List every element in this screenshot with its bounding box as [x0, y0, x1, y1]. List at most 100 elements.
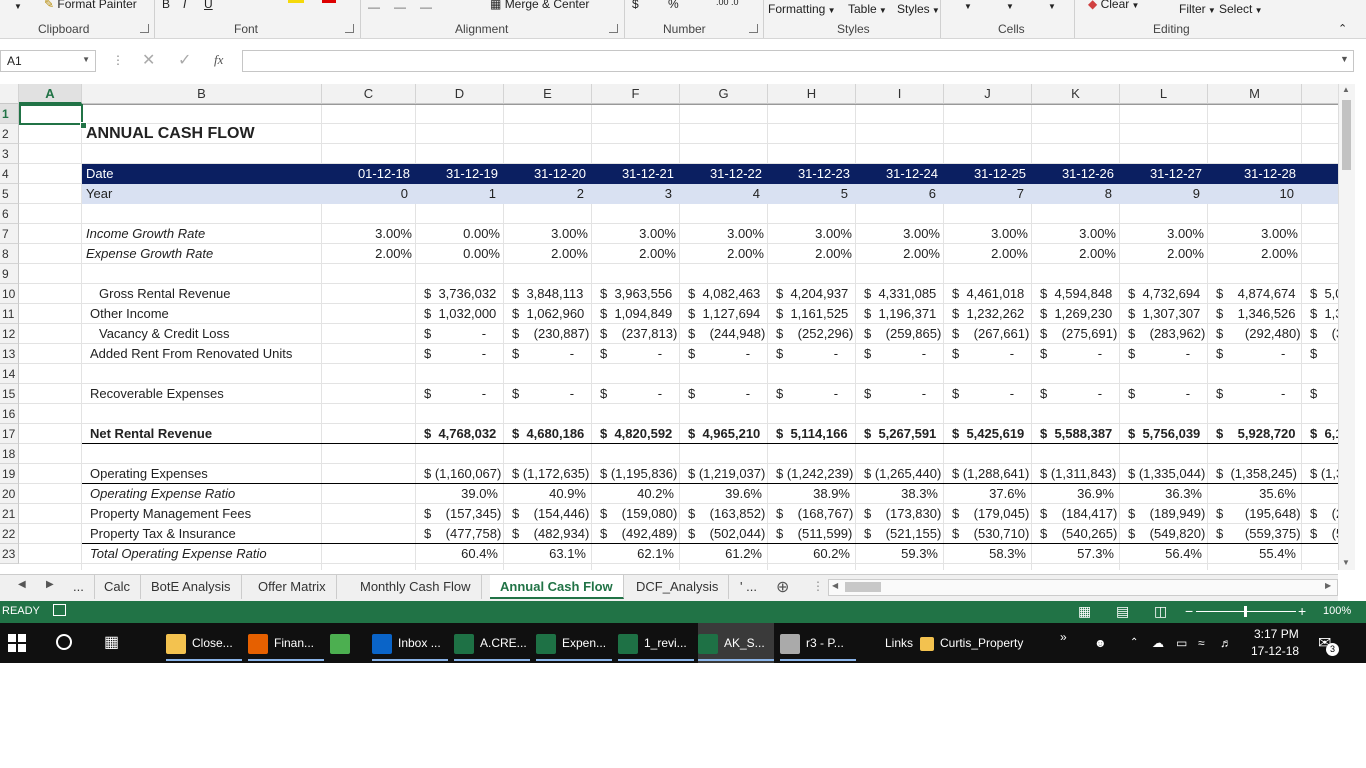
h-scroll-thumb[interactable] [845, 582, 881, 592]
column-header-g[interactable]: G [680, 84, 768, 104]
cell-styles-button[interactable]: Styles ▼ [897, 2, 940, 16]
tab-monthly-cash-flow[interactable]: Monthly Cash Flow [350, 575, 482, 599]
row-header-8[interactable]: 8 [0, 244, 19, 264]
find-select-button[interactable]: Select ▼ [1219, 2, 1263, 16]
scroll-up-icon[interactable]: ▲ [1342, 85, 1350, 94]
underline-button[interactable]: U [204, 0, 213, 11]
paste-dropdown-icon[interactable]: ▼ [14, 2, 22, 11]
align-left-icon[interactable]: — [368, 0, 380, 14]
show-hidden-icons[interactable]: ⌃ [1130, 623, 1138, 663]
next-sheet-icon[interactable]: ▶ [46, 579, 54, 590]
selected-cell-a1[interactable] [19, 104, 83, 125]
column-header-m[interactable]: M [1208, 84, 1302, 104]
taskbar-item-folder[interactable]: Close... [166, 623, 242, 663]
column-header-n[interactable] [1302, 84, 1338, 104]
scroll-thumb[interactable] [1342, 100, 1351, 170]
clock-date[interactable]: 17-12-18 [1251, 644, 1299, 658]
highlight-color-icon[interactable] [288, 0, 304, 3]
column-header-f[interactable]: F [592, 84, 680, 104]
column-header-b[interactable]: B [82, 84, 322, 104]
zoom-level[interactable]: 100% [1323, 605, 1351, 617]
sort-filter-button[interactable]: Filter ▼ [1179, 2, 1216, 16]
expand-formula-bar-icon[interactable]: ▼ [1340, 54, 1349, 64]
page-layout-icon[interactable]: ▤ [1116, 603, 1129, 620]
new-sheet-icon[interactable]: ⊕ [776, 577, 789, 597]
row-header-7[interactable]: 7 [0, 224, 19, 244]
folder-toolbar[interactable]: Curtis_Property [920, 623, 1023, 663]
column-header-k[interactable]: K [1032, 84, 1120, 104]
battery-icon[interactable]: ▭ [1176, 623, 1187, 663]
spreadsheet-grid[interactable]: A B C D E F G H I J K L M 1 2 3 4 5 6 7 8 9 10 11 12 13 14 15 16 17 18… [0, 84, 1338, 570]
row-header-13[interactable]: 13 [0, 344, 19, 364]
format-painter-button[interactable]: ✎ Format Painter [44, 0, 137, 11]
taskbar-item-excel[interactable]: Expen... [536, 623, 612, 663]
clear-button[interactable]: ◆ Clear ▼ [1088, 0, 1139, 11]
row-header-12[interactable]: 12 [0, 324, 19, 344]
macro-record-icon[interactable] [53, 604, 66, 616]
tab-offer-matrix[interactable]: Offer Matrix [248, 575, 337, 599]
row-header-17[interactable]: 17 [0, 424, 19, 444]
column-header-a[interactable]: A [19, 84, 82, 104]
links-toolbar[interactable]: Links [885, 623, 913, 663]
windows-start-icon[interactable] [8, 634, 26, 652]
row-header-2[interactable]: 2 [0, 124, 19, 144]
row-header-16[interactable]: 16 [0, 404, 19, 424]
align-center-icon[interactable]: — [394, 0, 406, 14]
row-header-3[interactable]: 3 [0, 144, 19, 164]
column-header-j[interactable]: J [944, 84, 1032, 104]
column-header-h[interactable]: H [768, 84, 856, 104]
zoom-slider-thumb[interactable] [1244, 606, 1247, 617]
name-box[interactable]: A1 ▼ [0, 50, 96, 72]
select-all-corner[interactable] [0, 84, 19, 104]
row-header-23[interactable]: 23 [0, 544, 19, 564]
format-as-table-button[interactable]: Table ▼ [848, 2, 887, 16]
row-header-21[interactable]: 21 [0, 504, 19, 524]
row-header-9[interactable]: 9 [0, 264, 19, 284]
more-options-icon[interactable]: ⋮ [112, 53, 124, 67]
delete-cells-dropdown[interactable]: ▼ [1006, 2, 1014, 11]
font-launcher-icon[interactable] [345, 24, 354, 33]
bold-button[interactable]: B [162, 0, 170, 11]
wifi-icon[interactable]: ≈ [1198, 623, 1205, 663]
collapse-ribbon-icon[interactable]: ⌃ [1338, 22, 1347, 35]
tab-annual-cash-flow[interactable]: Annual Cash Flow [490, 575, 624, 599]
taskbar-item-outlook[interactable]: Inbox ... [372, 623, 448, 663]
scroll-down-icon[interactable]: ▼ [1342, 558, 1350, 567]
row-header-11[interactable]: 11 [0, 304, 19, 324]
zoom-in-icon[interactable]: + [1298, 603, 1306, 619]
tab-more-left[interactable]: ... [63, 575, 95, 599]
conditional-formatting-button[interactable]: Formatting ▼ [768, 2, 836, 16]
font-color-icon[interactable] [322, 0, 336, 3]
cancel-icon[interactable]: ✕ [142, 50, 155, 70]
cortana-search-icon[interactable] [56, 634, 72, 650]
tab-split-handle[interactable]: ⋮ [812, 579, 824, 593]
tab-bote-analysis[interactable]: BotE Analysis [141, 575, 242, 599]
column-header-l[interactable]: L [1120, 84, 1208, 104]
insert-cells-dropdown[interactable]: ▼ [964, 2, 972, 11]
row-header-15[interactable]: 15 [0, 384, 19, 404]
percent-format-icon[interactable]: % [668, 0, 679, 11]
enter-check-icon[interactable]: ✓ [178, 50, 191, 70]
decimal-icon[interactable]: .00 .0 [716, 0, 739, 7]
zoom-out-icon[interactable]: − [1185, 603, 1193, 619]
alignment-launcher-icon[interactable] [609, 24, 618, 33]
row-header-18[interactable]: 18 [0, 444, 19, 464]
column-header-c[interactable]: C [322, 84, 416, 104]
scroll-left-icon[interactable]: ◀ [832, 581, 838, 590]
tab-calc[interactable]: Calc [94, 575, 142, 599]
column-header-e[interactable]: E [504, 84, 592, 104]
number-launcher-icon[interactable] [749, 24, 758, 33]
scroll-right-icon[interactable]: ▶ [1325, 581, 1331, 590]
row-header-5[interactable]: 5 [0, 184, 19, 204]
row-header-22[interactable]: 22 [0, 524, 19, 544]
merge-center-button[interactable]: ▦ Merge & Center [490, 0, 589, 11]
volume-icon[interactable]: ♬ [1220, 623, 1232, 663]
taskbar-item-firefox[interactable]: Finan... [248, 623, 324, 663]
prev-sheet-icon[interactable]: ◀ [18, 579, 26, 590]
column-header-d[interactable]: D [416, 84, 504, 104]
italic-button[interactable]: I [183, 0, 186, 11]
row-header-6[interactable]: 6 [0, 204, 19, 224]
taskbar-item-excel[interactable]: AK_S... [698, 623, 774, 663]
clipboard-launcher-icon[interactable] [140, 24, 149, 33]
clock-time[interactable]: 3:17 PM [1254, 627, 1299, 641]
